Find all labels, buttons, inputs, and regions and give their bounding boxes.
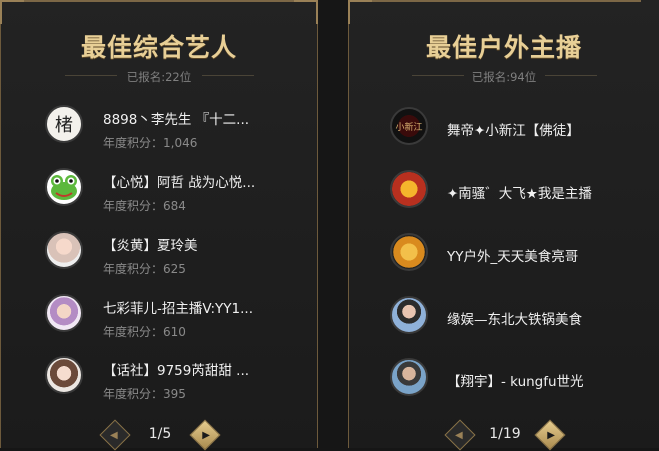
panel-top-border	[367, 0, 641, 2]
list-item[interactable]: ✦南骚゛大飞★我是主播	[390, 170, 650, 214]
list-item[interactable]: 【话社】9759芮甜甜 ... 年度积分：395	[45, 356, 295, 401]
best-overall-artist-panel: 最佳综合艺人 已报名:22位 楮 8898丶李先生 『十二... 年度积分：1,…	[0, 0, 318, 451]
list-item[interactable]: 小新江 舞帝✦小新江【佛徒】	[390, 107, 650, 151]
list-item[interactable]: YY户外_天天美食亮哥	[390, 233, 650, 277]
streamer-name[interactable]: 【翔宇】- kungfu世光	[447, 370, 584, 390]
streamer-name[interactable]: ✦南骚゛大飞★我是主播	[447, 182, 592, 202]
annual-score: 年度积分：684	[103, 199, 186, 213]
list-item[interactable]: 【翔宇】- kungfu世光	[390, 358, 650, 402]
avatar-woman-icon	[45, 231, 83, 269]
best-outdoor-streamer-panel: 最佳户外主播 已报名:94位 小新江 舞帝✦小新江【佛徒】 ✦南骚゛大飞★我是主…	[348, 0, 659, 451]
list-item[interactable]: 七彩菲儿-招主播V:YY1... 年度积分：610	[45, 294, 295, 339]
streamer-name[interactable]: 缘娱—东北大铁锅美食	[447, 308, 582, 328]
chevron-right-icon: ▶	[202, 430, 210, 441]
annual-score: 年度积分：625	[103, 262, 186, 276]
annual-score: 年度积分：610	[103, 325, 186, 339]
avatar-logo-badge-icon	[390, 233, 428, 271]
list-item[interactable]: 缘娱—东北大铁锅美食	[390, 296, 650, 340]
streamer-name[interactable]: 舞帝✦小新江【佛徒】	[447, 119, 580, 139]
artist-name[interactable]: 8898丶李先生 『十二...	[103, 108, 249, 128]
artist-name[interactable]: 【炎黄】夏玲美	[103, 234, 198, 254]
corner-ornament	[348, 0, 372, 24]
registered-count: 已报名:94位	[471, 70, 537, 84]
avatar-woman-icon	[45, 356, 83, 394]
artist-name[interactable]: 【话社】9759芮甜甜 ...	[103, 359, 249, 379]
streamer-name[interactable]: YY户外_天天美食亮哥	[447, 245, 578, 265]
avatar-woman-crown-icon	[45, 294, 83, 332]
svg-text:小新江: 小新江	[395, 121, 422, 133]
panel-title: 最佳综合艺人	[80, 33, 237, 62]
avatar-man-icon	[390, 296, 428, 334]
annual-score: 年度积分：1,046	[103, 136, 198, 150]
avatar-frog-icon	[45, 168, 83, 206]
chevron-right-icon: ▶	[547, 430, 555, 441]
annual-score: 年度积分：395	[103, 387, 186, 401]
panel-top-border	[19, 0, 299, 2]
avatar-man-icon	[390, 358, 428, 396]
list-item[interactable]: 楮 8898丶李先生 『十二... 年度积分：1,046	[45, 105, 295, 150]
artist-name[interactable]: 【心悦】阿哲 战为心悦...	[103, 171, 255, 191]
list-item[interactable]: 【心悦】阿哲 战为心悦... 年度积分：684	[45, 168, 295, 213]
avatar-calligraphy-icon: 楮	[45, 105, 83, 143]
artist-name[interactable]: 七彩菲儿-招主播V:YY1...	[103, 297, 253, 317]
corner-ornament	[0, 0, 24, 24]
registered-count: 已报名:22位	[126, 70, 192, 84]
svg-text:楮: 楮	[55, 115, 73, 136]
avatar-logo-dark-icon: 小新江	[390, 107, 428, 145]
list-item[interactable]: 【炎黄】夏玲美 年度积分：625	[45, 231, 295, 276]
corner-ornament	[294, 0, 318, 24]
pagination: ◀ 1/5 ▶	[98, 419, 222, 451]
panel-title: 最佳户外主播	[425, 33, 582, 62]
pagination: ◀ 1/19 ▶	[443, 419, 567, 451]
avatar-logo-fire-icon	[390, 170, 428, 208]
